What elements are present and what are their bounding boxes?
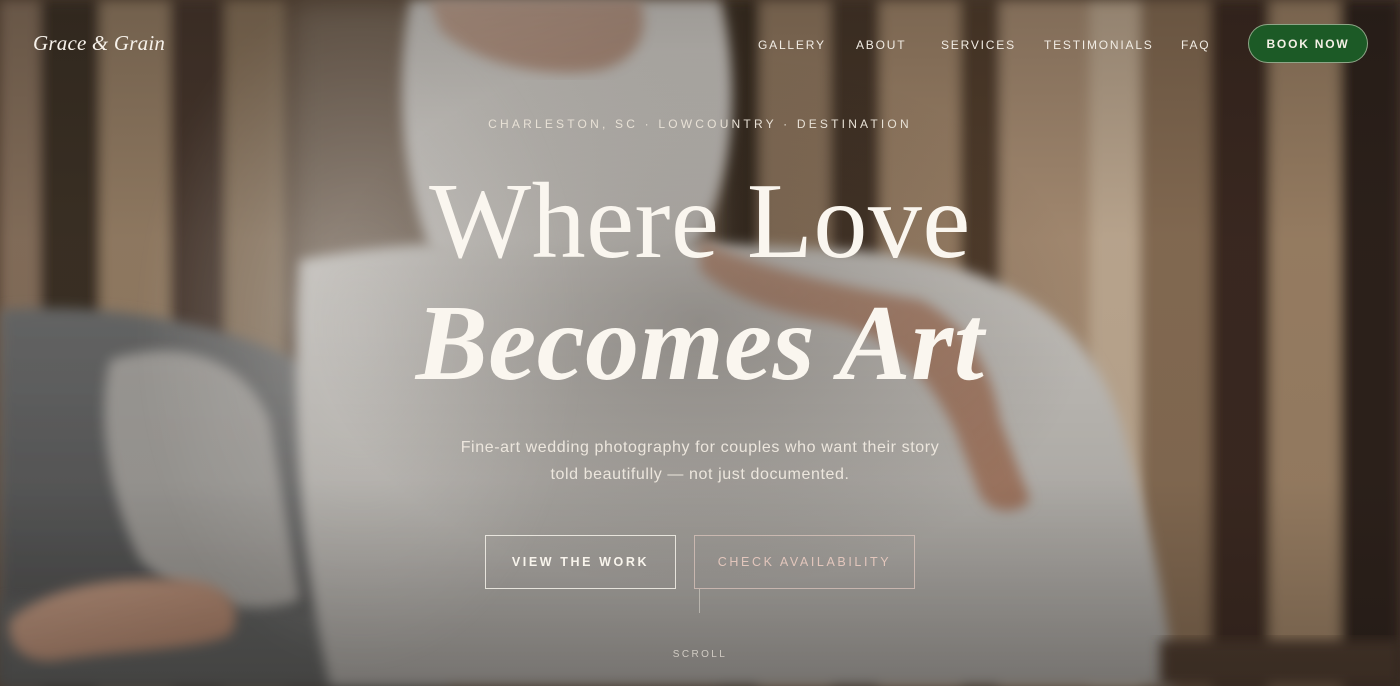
hero-section: Grace & Grain GALLERY ABOUT SERVICES TES…: [0, 0, 1400, 686]
check-availability-button[interactable]: CHECK AVAILABILITY: [694, 535, 915, 589]
scroll-indicator-label[interactable]: SCROLL: [0, 649, 1400, 660]
hero-content: CHARLESTON, SC · LOWCOUNTRY · DESTINATIO…: [0, 0, 1400, 686]
nav-link-services[interactable]: SERVICES: [941, 38, 1016, 52]
nav-link-gallery[interactable]: GALLERY: [758, 38, 826, 52]
location-eyebrow: CHARLESTON, SC · LOWCOUNTRY · DESTINATIO…: [488, 117, 912, 131]
hero-subtitle: Fine-art wedding photography for couples…: [460, 439, 940, 483]
view-the-work-button[interactable]: VIEW THE WORK: [485, 535, 676, 589]
nav-links: GALLERY ABOUT SERVICES TESTIMONIALS FAQ: [0, 38, 1400, 58]
nav-link-testimonials[interactable]: TESTIMONIALS: [1044, 38, 1154, 52]
book-now-button[interactable]: BOOK NOW: [1248, 24, 1368, 63]
hero-headline-line-2: Becomes Art: [415, 284, 985, 403]
scroll-indicator-line: [699, 589, 700, 613]
hero-headline-line-1: Where Love: [429, 162, 971, 281]
top-navigation: Grace & Grain GALLERY ABOUT SERVICES TES…: [0, 0, 1400, 88]
nav-link-about[interactable]: ABOUT: [856, 38, 906, 52]
nav-link-faq[interactable]: FAQ: [1181, 38, 1210, 52]
